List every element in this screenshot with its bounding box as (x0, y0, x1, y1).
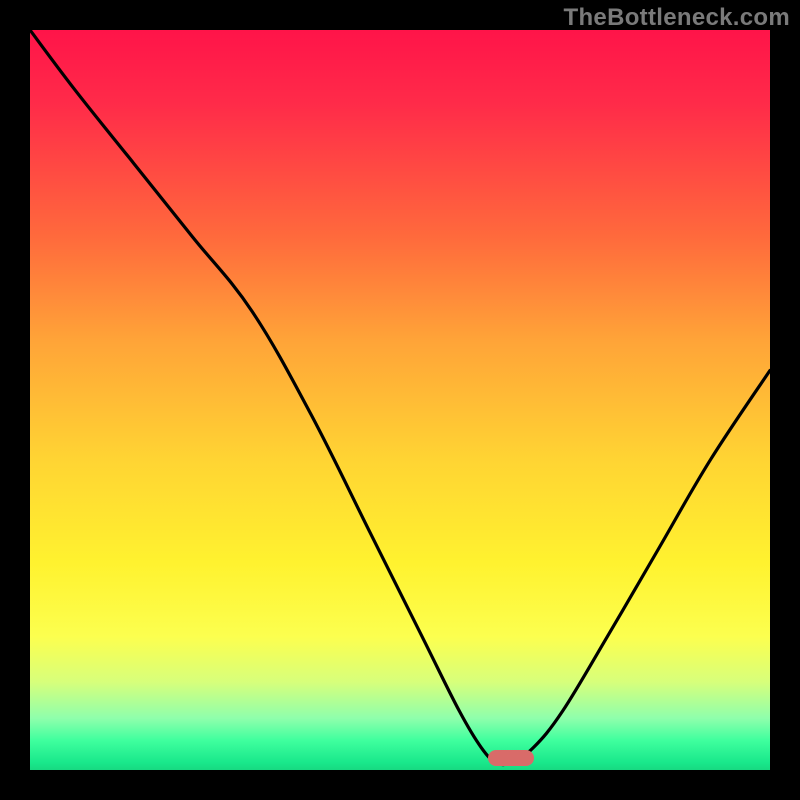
plot-area (30, 30, 770, 770)
watermark-text: TheBottleneck.com (564, 4, 790, 32)
optimal-marker (488, 750, 534, 766)
curve-path (30, 30, 770, 765)
chart-frame: TheBottleneck.com (0, 0, 800, 800)
bottleneck-curve (30, 30, 770, 770)
